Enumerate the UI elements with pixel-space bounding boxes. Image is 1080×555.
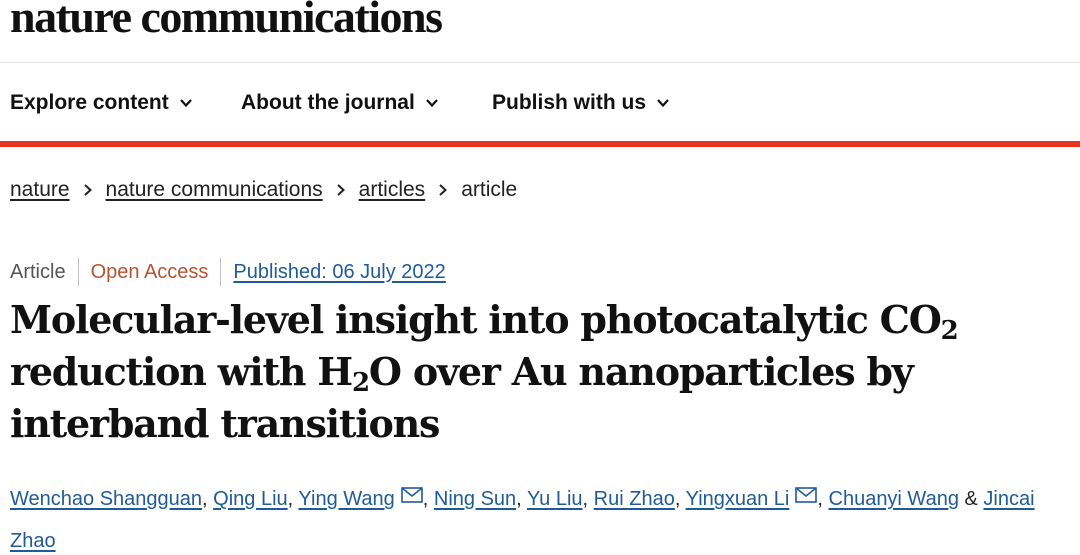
journal-header: nature communications	[0, 0, 1080, 63]
author-list: Wenchao Shangguan, Qing Liu, Ying Wang, …	[10, 478, 1078, 555]
journal-logo[interactable]: nature communications	[10, 0, 443, 43]
author-separator: ,	[817, 488, 829, 510]
accent-divider	[0, 141, 1080, 147]
author-separator: ,	[516, 488, 527, 510]
chevron-right-icon	[336, 184, 345, 196]
nav-about-journal-label: About the journal	[241, 91, 415, 114]
author-link[interactable]: Yu Liu	[527, 488, 583, 510]
chevron-down-icon	[179, 99, 192, 108]
meta-divider	[220, 258, 222, 286]
author-link[interactable]: Wenchao Shangguan	[10, 488, 202, 510]
chevron-right-icon	[83, 184, 92, 196]
title-subscript-1: 2	[940, 316, 959, 346]
article-page: nature communications Explore content Ab…	[0, 0, 1080, 555]
article-type: Article	[10, 260, 66, 283]
main-nav: Explore content About the journal Publis…	[0, 63, 1080, 141]
breadcrumb-current: article	[461, 178, 518, 201]
breadcrumb: nature nature communications articles ar…	[10, 178, 517, 202]
author-link[interactable]: Ning Sun	[434, 488, 516, 510]
author-separator: ,	[287, 488, 299, 510]
author-separator: ,	[674, 488, 686, 510]
breadcrumb-link-nature-communications[interactable]: nature communications	[106, 178, 323, 202]
nav-explore-content[interactable]: Explore content	[10, 91, 193, 115]
nav-about-journal[interactable]: About the journal	[241, 91, 439, 115]
article-title: Molecular-level insight into photocataly…	[10, 294, 1075, 450]
open-access-label: Open Access	[90, 260, 209, 283]
mail-icon[interactable]	[400, 487, 423, 503]
chevron-right-icon	[439, 184, 448, 196]
breadcrumb-link-nature[interactable]: nature	[10, 178, 70, 202]
title-text-2: reduction with H	[10, 349, 353, 394]
author-separator: ,	[202, 488, 214, 510]
author-conjunction: &	[958, 488, 984, 510]
nav-publish-with-us[interactable]: Publish with us	[492, 91, 670, 115]
title-subscript-2: 2	[352, 368, 370, 398]
nav-explore-content-label: Explore content	[10, 91, 169, 114]
author-link[interactable]: Rui Zhao	[594, 488, 675, 510]
breadcrumb-link-articles[interactable]: articles	[359, 178, 426, 202]
chevron-down-icon	[657, 99, 669, 108]
nav-publish-with-us-label: Publish with us	[492, 91, 647, 114]
article-meta: Article Open Access Published: 06 July 2…	[10, 258, 446, 286]
mail-icon[interactable]	[795, 487, 818, 503]
author-link[interactable]: Ying Wang	[298, 488, 394, 510]
author-link[interactable]: Yingxuan Li	[686, 488, 790, 510]
author-separator: ,	[422, 488, 434, 510]
author-link[interactable]: Qing Liu	[213, 488, 288, 510]
author-link[interactable]: Chuanyi Wang	[829, 488, 959, 510]
meta-divider	[77, 258, 79, 286]
title-text-1: Molecular-level insight into photocataly…	[10, 297, 942, 342]
published-date-link[interactable]: Published: 06 July 2022	[233, 261, 445, 284]
chevron-down-icon	[426, 99, 438, 108]
author-separator: ,	[582, 488, 594, 510]
